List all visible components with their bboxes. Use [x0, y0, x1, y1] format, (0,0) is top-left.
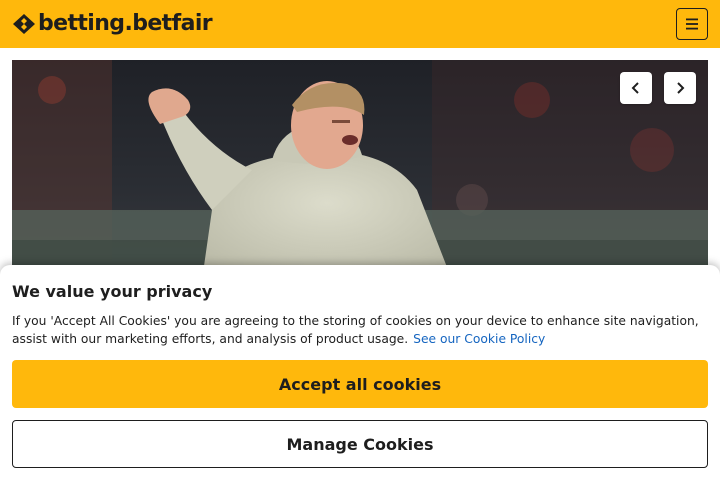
logo-text: betting.betfair	[38, 11, 213, 36]
cookie-description-text: If you 'Accept All Cookies' you are agre…	[12, 314, 699, 346]
hero-image	[12, 60, 708, 280]
site-header: betting.betfair	[0, 0, 720, 48]
chevron-left-icon	[631, 82, 639, 94]
manage-cookies-button[interactable]: Manage Cookies	[12, 420, 708, 468]
cookie-consent-banner: We value your privacy If you 'Accept All…	[0, 265, 720, 480]
chevron-right-icon	[677, 82, 685, 94]
betfair-logo[interactable]: betting.betfair	[12, 8, 213, 40]
cookie-title: We value your privacy	[12, 282, 213, 301]
cookie-description: If you 'Accept All Cookies' you are agre…	[12, 312, 702, 348]
carousel-next-button[interactable]	[664, 72, 696, 104]
menu-button[interactable]	[676, 8, 708, 40]
carousel-prev-button[interactable]	[620, 72, 652, 104]
betfair-diamond-icon	[13, 14, 35, 34]
hamburger-icon	[686, 18, 698, 30]
accept-all-cookies-button[interactable]: Accept all cookies	[12, 360, 708, 408]
hero-carousel[interactable]	[12, 60, 708, 280]
cookie-policy-link[interactable]: See our Cookie Policy	[413, 332, 545, 346]
